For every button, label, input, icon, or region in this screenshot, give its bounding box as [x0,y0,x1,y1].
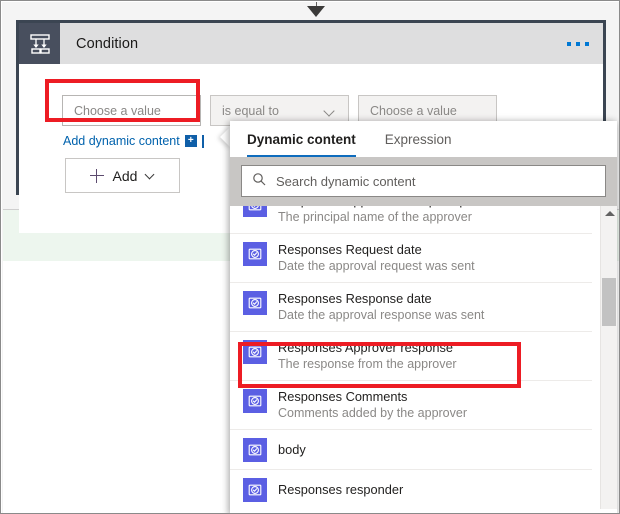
list-item-subtitle: Date the approval response was sent [278,308,485,322]
add-condition-row-button[interactable]: Add [65,158,180,193]
tab-expression-label: Expression [384,131,452,147]
approvals-icon [243,242,267,266]
arrow-down-icon [307,6,325,17]
list-item[interactable]: Responses Comments Comments added by the… [230,381,592,430]
add-dynamic-content-label: Add dynamic content [63,134,180,148]
flow-designer-canvas: d an action + Ne Condition [2,2,619,513]
plus-icon [89,168,104,183]
list-item-text: Responses Approver user principal name T… [278,206,512,226]
list-item-title: Responses Request date [278,242,422,257]
chevron-down-icon [325,106,335,116]
list-item-text: Responses Approver response The response… [278,339,457,373]
list-item-subtitle: Comments added by the approver [278,406,467,420]
list-item-title: Responses Response date [278,291,432,306]
condition-left-value-placeholder: Choose a value [74,103,161,118]
approvals-icon [243,389,267,413]
approvals-icon [243,478,267,502]
approvals-icon [243,291,267,315]
approvals-icon [243,340,267,364]
scrollbar-thumb[interactable] [602,278,616,326]
list-item[interactable]: Responses Request date Date the approval… [230,234,592,283]
flyout-tabs: Dynamic content Expression [230,121,617,157]
condition-right-value-placeholder: Choose a value [370,103,457,118]
list-item-title: body [278,442,306,457]
list-scrollbar[interactable] [600,206,617,509]
list-item-text: Responses Comments Comments added by the… [278,388,467,422]
approvals-icon [243,438,267,462]
add-dynamic-content-link[interactable]: Add dynamic content + [63,134,204,148]
search-area: Search dynamic content [230,157,617,206]
list-item-text: Responses responder [278,481,403,498]
list-item[interactable]: Responses Response date Date the approva… [230,283,592,332]
list-item-text: body [278,441,306,458]
chevron-down-icon [146,171,155,180]
list-item-body[interactable]: body [230,430,592,470]
list-item-approver-response[interactable]: Responses Approver response The response… [230,332,592,381]
dynamic-content-list-items: Responses Approver user principal name T… [230,206,592,509]
list-item-title: Responses Approver response [278,340,453,355]
tab-dynamic-content-label: Dynamic content [247,131,356,147]
condition-branch-icon [19,23,60,64]
search-dynamic-content-input[interactable]: Search dynamic content [241,165,606,197]
list-item-subtitle: Date the approval request was sent [278,259,475,273]
plus-badge-icon: + [184,135,197,147]
list-item-subtitle: The principal name of the approver [278,210,472,224]
dynamic-content-flyout: Dynamic content Expression Search dynami… [230,121,617,513]
search-icon [252,172,266,191]
dynamic-content-list: Responses Approver user principal name T… [230,206,617,509]
list-item[interactable]: Responses responder [230,470,592,509]
list-item[interactable]: Responses Approver user principal name T… [230,206,592,234]
tab-dynamic-content[interactable]: Dynamic content [247,121,356,157]
search-placeholder: Search dynamic content [276,173,416,189]
screenshot-root: d an action + Ne Condition [0,0,620,514]
approvals-icon [243,206,267,217]
list-item-text: Responses Response date Date the approva… [278,290,484,324]
condition-card-header: Condition [19,23,603,64]
add-button-label: Add [112,167,138,184]
text-cursor-caret [201,134,204,148]
list-item-subtitle: The response from the approver [278,357,457,371]
list-item-title: Responses Comments [278,389,408,404]
scroll-up-arrow-icon[interactable] [605,211,615,216]
condition-card-title: Condition [76,35,139,52]
condition-operator-value: is equal to [222,103,279,118]
tab-expression[interactable]: Expression [385,121,452,157]
condition-left-value-input[interactable]: Choose a value [62,95,201,126]
list-item-text: Responses Request date Date the approval… [278,241,475,275]
list-item-title: Responses responder [278,482,404,497]
ellipsis-icon[interactable] [567,41,589,46]
